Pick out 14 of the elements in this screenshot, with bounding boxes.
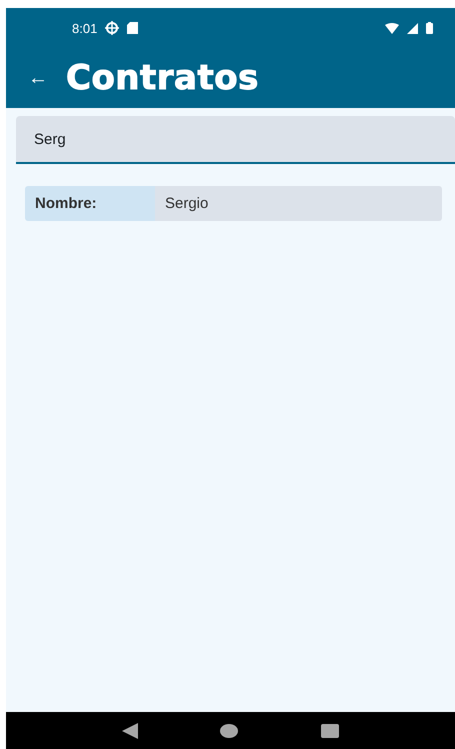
field-value: Sergio: [155, 186, 442, 221]
battery-icon: [426, 22, 433, 34]
screen-title: Contratos: [66, 58, 259, 98]
back-button[interactable]: ←: [28, 66, 48, 90]
signal-icon: [407, 22, 418, 34]
sd-card-icon: [127, 22, 138, 34]
wifi-icon: [385, 22, 399, 34]
recents-nav-icon[interactable]: [320, 724, 339, 738]
search-field[interactable]: Serg: [16, 116, 455, 164]
clock: 8:01: [72, 20, 98, 36]
back-nav-icon[interactable]: [122, 722, 138, 738]
field-label: Nombre:: [25, 186, 155, 221]
home-nav-icon[interactable]: [220, 724, 238, 738]
gear-icon: [105, 21, 120, 35]
